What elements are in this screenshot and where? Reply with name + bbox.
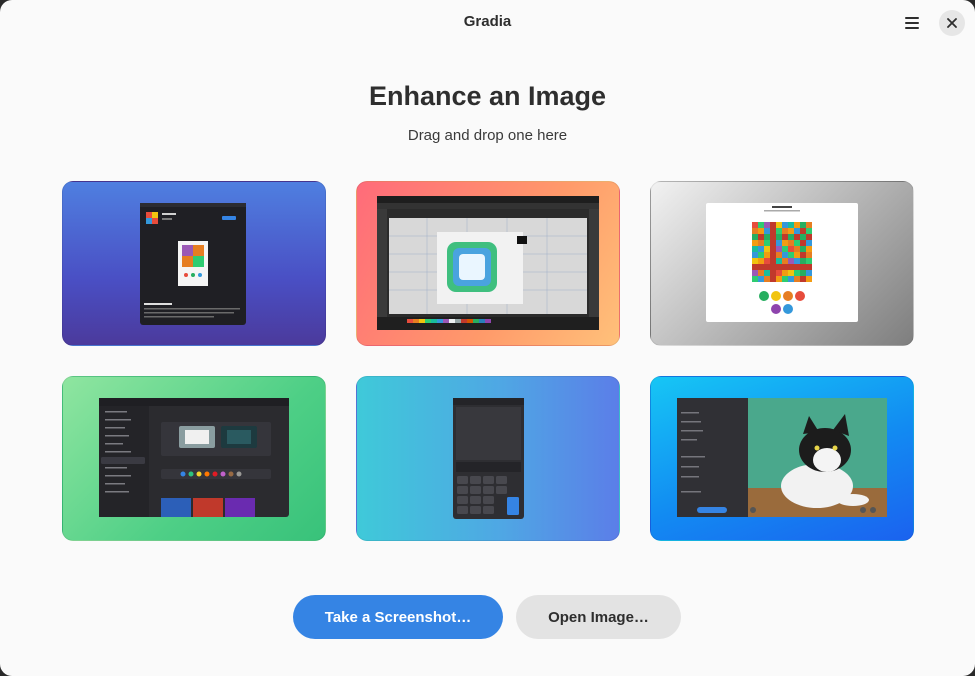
cat-photo-preview xyxy=(677,398,887,517)
header-bar: Gradia xyxy=(0,0,975,46)
sample-image-calculator[interactable] xyxy=(356,376,620,541)
sample-image-cat-photo[interactable] xyxy=(650,376,914,541)
sample-image-settings[interactable] xyxy=(62,376,326,541)
sample-image-app-store[interactable] xyxy=(62,181,326,346)
image-editor-preview xyxy=(377,196,599,330)
settings-preview xyxy=(99,398,289,517)
calculator-preview xyxy=(453,398,524,519)
app-store-preview xyxy=(140,203,246,325)
close-window-button[interactable] xyxy=(939,10,965,36)
app-window: Gradia Enhance an Image Drag and drop on… xyxy=(0,0,975,676)
page-title: Enhance an Image xyxy=(368,81,607,111)
close-icon xyxy=(947,18,957,28)
main-menu-button[interactable] xyxy=(896,10,928,36)
pixel-art-preview xyxy=(706,203,858,322)
take-screenshot-button[interactable]: Take a Screenshot… xyxy=(293,595,503,639)
app-title: Gradia xyxy=(463,13,512,30)
open-image-button[interactable]: Open Image… xyxy=(516,595,681,639)
sample-image-pixel-art[interactable] xyxy=(650,181,914,346)
hamburger-menu-icon xyxy=(905,17,919,29)
sample-image-editor[interactable] xyxy=(356,181,620,346)
page-subtitle: Drag and drop one here xyxy=(407,127,568,144)
